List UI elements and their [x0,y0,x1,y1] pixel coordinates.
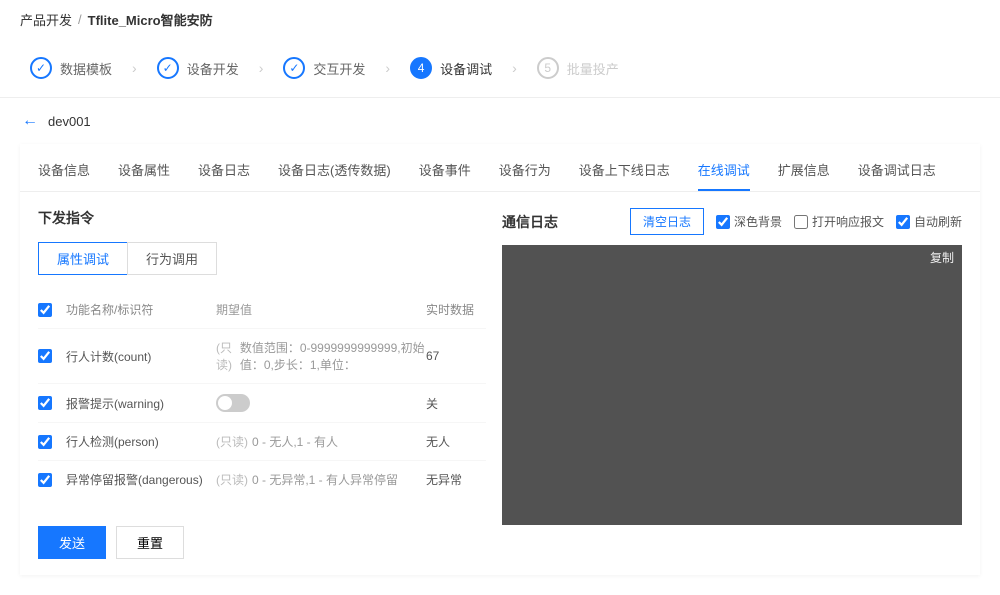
realtime-value: 无异常 [426,471,486,488]
subtab-property[interactable]: 属性调试 [38,242,127,275]
check-icon: ✓ [283,57,305,79]
tab[interactable]: 设备调试日志 [858,156,936,191]
row-checkbox[interactable] [38,396,52,410]
expand-response-checkbox[interactable]: 打开响应报文 [794,213,884,230]
property-name: 行人计数(count) [66,348,216,365]
th-real: 实时数据 [426,301,486,318]
tab[interactable]: 设备属性 [118,156,170,191]
chevron-right-icon: › [259,60,264,76]
step-bar: ✓ 数据模板 › ✓ 设备开发 › ✓ 交互开发 › 4 设备调试 › 5 批量… [0,39,1000,98]
send-button[interactable]: 发送 [38,526,106,559]
breadcrumb: 产品开发 / Tflite_Micro智能安防 [0,0,1000,39]
property-name: 异常停留报警(dangerous) [66,471,216,488]
tab[interactable]: 设备事件 [419,156,471,191]
tab[interactable]: 扩展信息 [778,156,830,191]
step-number-icon: 4 [410,57,432,79]
expected-value: (只读) 0 - 无人,1 - 有人 [216,433,426,450]
realtime-value: 67 [426,349,486,363]
check-icon: ✓ [30,57,52,79]
property-row: 异常停留报警(dangerous)(只读) 0 - 无异常,1 - 有人异常停留… [38,460,486,498]
expected-value [216,394,426,412]
realtime-value: 关 [426,395,486,412]
tab[interactable]: 设备信息 [38,156,90,191]
step-5[interactable]: 5 批量投产 [537,57,619,79]
row-checkbox[interactable] [38,349,52,363]
th-name: 功能名称/标识符 [66,301,216,318]
log-title: 通信日志 [502,212,558,232]
log-panel: 复制 [502,245,962,525]
tab[interactable]: 在线调试 [698,156,750,191]
toggle-switch[interactable] [216,394,250,412]
row-checkbox[interactable] [38,435,52,449]
device-name: dev001 [48,114,91,129]
tab[interactable]: 设备上下线日志 [579,156,670,191]
step-3[interactable]: ✓ 交互开发 [283,57,365,79]
check-icon: ✓ [157,57,179,79]
step-1[interactable]: ✓ 数据模板 [30,57,112,79]
property-row: 行人计数(count)(只读) 数值范围：0-9999999999999,初始值… [38,328,486,383]
step-number-icon: 5 [537,57,559,79]
step-2[interactable]: ✓ 设备开发 [157,57,239,79]
property-row: 行人检测(person)(只读) 0 - 无人,1 - 有人无人 [38,422,486,460]
expected-value: (只读) 数值范围：0-9999999999999,初始值：0,步长：1,单位： [216,339,426,373]
property-name: 行人检测(person) [66,433,216,450]
property-name: 报警提示(warning) [66,395,216,412]
chevron-right-icon: › [385,60,390,76]
tab[interactable]: 设备日志(透传数据) [278,156,391,191]
copy-button[interactable]: 复制 [930,249,954,266]
chevron-right-icon: › [132,60,137,76]
row-checkbox[interactable] [38,473,52,487]
dark-bg-checkbox[interactable]: 深色背景 [716,213,782,230]
breadcrumb-current: Tflite_Micro智能安防 [88,10,213,29]
select-all-checkbox[interactable] [38,303,52,317]
subtab-action[interactable]: 行为调用 [127,242,217,275]
tab[interactable]: 设备日志 [198,156,250,191]
reset-button[interactable]: 重置 [116,526,184,559]
step-4[interactable]: 4 设备调试 [410,57,492,79]
command-title: 下发指令 [38,208,486,228]
th-expect: 期望值 [216,301,426,318]
clear-log-button[interactable]: 清空日志 [630,208,704,235]
tab[interactable]: 设备行为 [499,156,551,191]
tabs: 设备信息设备属性设备日志设备日志(透传数据) 设备事件设备行为设备上下线日志在线调… [20,144,980,192]
breadcrumb-sep: / [78,12,82,27]
property-row: 报警提示(warning) 关 [38,383,486,422]
back-arrow-icon[interactable]: ← [22,112,38,130]
expected-value: (只读) 0 - 无异常,1 - 有人异常停留 [216,471,426,488]
realtime-value: 无人 [426,433,486,450]
chevron-right-icon: › [512,60,517,76]
breadcrumb-parent[interactable]: 产品开发 [20,10,72,29]
auto-refresh-checkbox[interactable]: 自动刷新 [896,213,962,230]
